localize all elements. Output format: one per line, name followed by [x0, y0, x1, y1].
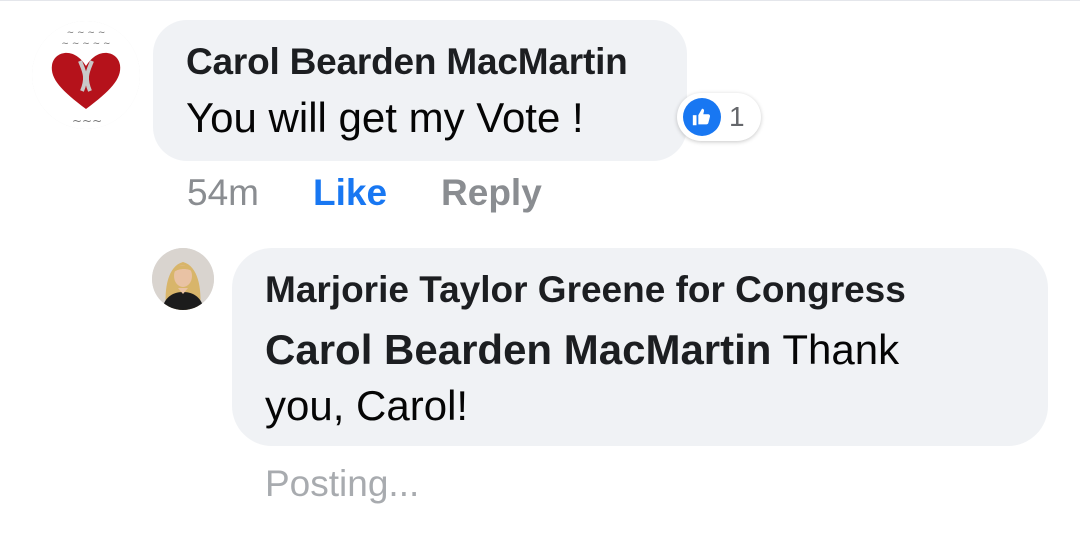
comment-thread: ~ ~ ~ ~ ~ ~ ~ ~ ~ ~~~ Carol Bearden MacM…: [0, 0, 1080, 535]
heart-avatar-image: ~ ~ ~ ~ ~ ~ ~ ~ ~ ~~~: [32, 21, 140, 129]
reply-button[interactable]: Reply: [441, 172, 542, 214]
svg-text:~ ~ ~ ~: ~ ~ ~ ~: [67, 28, 106, 38]
reply-avatar[interactable]: [152, 248, 214, 310]
comment-text: You will get my Vote !: [186, 94, 584, 141]
comment-author-name[interactable]: Carol Bearden MacMartin: [186, 40, 655, 84]
reply-text: Carol Bearden MacMartin Thank you, Carol…: [265, 322, 1016, 434]
reply-author-name[interactable]: Marjorie Taylor Greene for Congress: [265, 268, 1016, 312]
reaction-count: 1: [729, 101, 745, 132]
reaction-summary[interactable]: 1: [677, 93, 761, 141]
like-button[interactable]: Like: [313, 172, 387, 214]
reply-text-part: you, Carol!: [265, 382, 469, 429]
comment-bubble: Carol Bearden MacMartin You will get my …: [153, 20, 687, 161]
reply-bubble: Marjorie Taylor Greene for Congress Caro…: [232, 248, 1048, 446]
reply-text-part: Thank: [771, 326, 900, 373]
posting-status: Posting...: [265, 463, 420, 504]
comment-timestamp[interactable]: 54m: [187, 172, 259, 214]
svg-text:~~~: ~~~: [72, 114, 102, 128]
comment-actions: 54m Like Reply: [187, 169, 542, 217]
svg-text:~ ~ ~ ~ ~: ~ ~ ~ ~ ~: [61, 39, 110, 49]
avatar[interactable]: ~ ~ ~ ~ ~ ~ ~ ~ ~ ~~~: [32, 21, 140, 129]
profile-photo-image: [152, 248, 214, 310]
mention-link[interactable]: Carol Bearden MacMartin: [265, 326, 771, 373]
thumbs-up-icon: [683, 98, 721, 136]
